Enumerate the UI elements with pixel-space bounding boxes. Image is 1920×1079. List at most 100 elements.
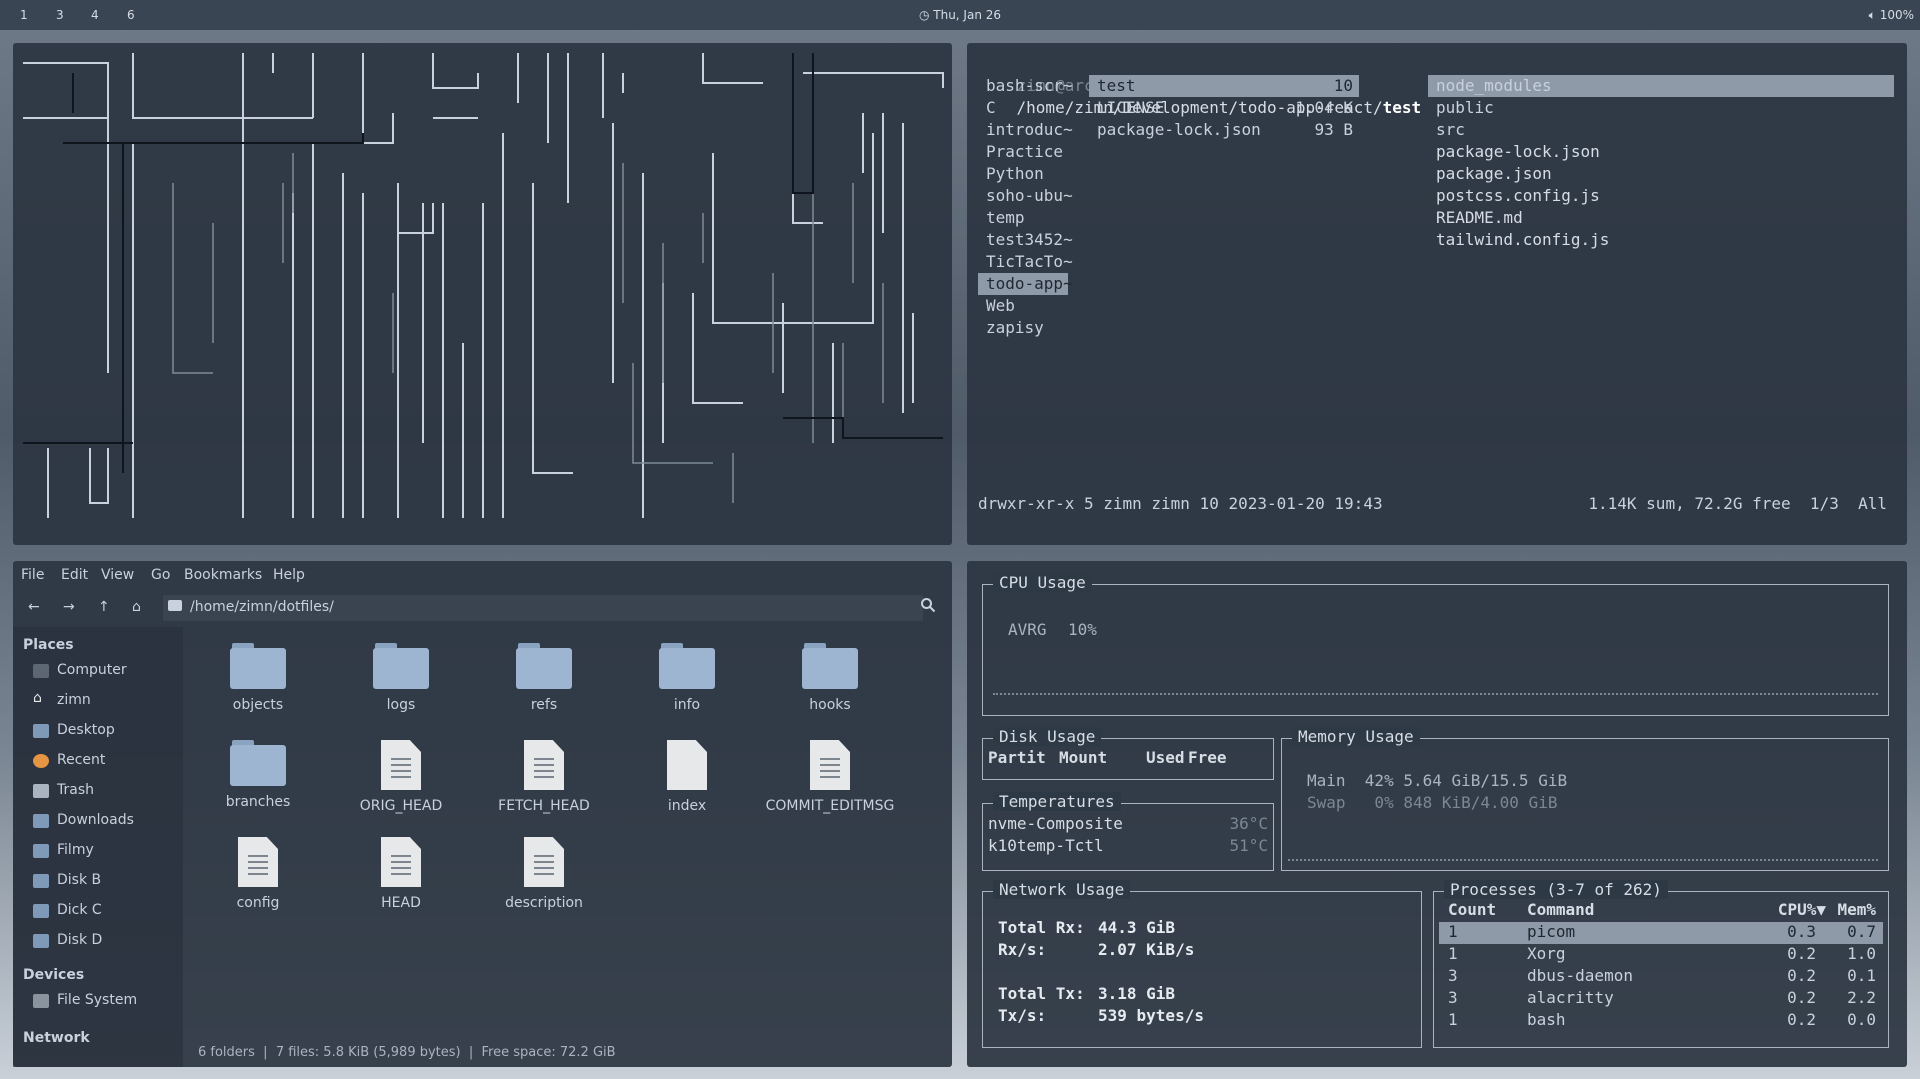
file-item[interactable]: index <box>617 740 757 814</box>
ranger-parent-entry[interactable]: test3452~ <box>978 229 1073 251</box>
item-label: hooks <box>809 697 851 713</box>
net-value: 44.3 GiB <box>1098 918 1176 937</box>
sidebar-item-label: Recent <box>57 752 106 768</box>
file-item[interactable]: HEAD <box>331 837 471 911</box>
ranger-parent-entry[interactable]: todo-app~ <box>978 273 1073 295</box>
item-label: FETCH_HEAD <box>498 798 590 814</box>
proc-header[interactable]: Count <box>1448 900 1496 919</box>
menu-help[interactable]: Help <box>273 567 305 583</box>
proc-row[interactable]: 1 Xorg 0.2 1.0 <box>1439 944 1883 966</box>
ranger-parent-entry[interactable]: bash-scr~ <box>978 75 1073 97</box>
ranger-parent-entry[interactable]: introduc~ <box>978 119 1073 141</box>
sidebar-item-disk-b[interactable]: Disk B <box>33 872 101 888</box>
proc-command: Xorg <box>1527 944 1566 963</box>
back-icon[interactable]: ← <box>28 599 40 615</box>
clock-icon: ◷ <box>918 8 930 22</box>
item-label: COMMIT_EDITMSG <box>765 798 895 814</box>
ranger-file-row[interactable]: test 10 <box>1089 75 1359 97</box>
folder-item[interactable]: hooks <box>760 643 900 713</box>
volume-indicator[interactable]: 🔈︎ 100% <box>1869 8 1914 23</box>
network-usage-box: Network Usage Total Rx: 44.3 GiB Rx/s: 2.07… <box>982 880 1422 1048</box>
proc-header[interactable]: CPU%▼ <box>1778 900 1826 919</box>
net-label: Tx/s: <box>998 1006 1047 1025</box>
up-icon[interactable]: ↑ <box>98 599 110 615</box>
proc-mem: 0.7 <box>1847 922 1876 941</box>
ranger-parent-entry[interactable]: Practice <box>978 141 1063 163</box>
file-item[interactable]: FETCH_HEAD <box>474 740 614 814</box>
menu-go[interactable]: Go <box>151 567 170 583</box>
sidebar-item-downloads[interactable]: Downloads <box>33 812 134 828</box>
file-item[interactable]: COMMIT_EDITMSG <box>760 740 900 814</box>
ranger-preview-entry[interactable]: package.json <box>1428 163 1552 185</box>
temp-name-2: k10temp-Tctl <box>988 836 1104 855</box>
path-input[interactable]: /home/zimn/dotfiles/ <box>163 595 923 621</box>
ranger-file-row[interactable]: package-lock.json 93 B <box>1089 119 1359 141</box>
file-item[interactable]: description <box>474 837 614 911</box>
proc-row[interactable]: 3 alacritty 0.2 2.2 <box>1439 988 1883 1010</box>
pipes-terminal[interactable] <box>13 43 952 545</box>
proc-header[interactable]: Command <box>1527 900 1594 919</box>
location-bar: ← → ↑ ⌂ /home/zimn/dotfiles/ <box>13 591 952 625</box>
folder-item[interactable]: info <box>617 643 757 713</box>
net-value: 2.07 KiB/s <box>1098 940 1195 959</box>
sidebar-item-recent[interactable]: Recent <box>33 752 105 768</box>
processes-box: Processes (3-7 of 262) Count Command CPU%▼… <box>1433 880 1889 1048</box>
ranger-parent-entry[interactable]: zapisy <box>978 317 1044 339</box>
proc-row[interactable]: 1 bash 0.2 0.0 <box>1439 1010 1883 1032</box>
temp-name-1: nvme-Composite <box>988 814 1123 833</box>
menu-bookmarks[interactable]: Bookmarks <box>184 567 262 583</box>
file-item[interactable]: config <box>188 837 328 911</box>
ranger-parent-entry[interactable]: temp <box>978 207 1025 229</box>
ranger-parent-entry[interactable]: Web <box>978 295 1015 317</box>
menu-view[interactable]: View <box>101 567 134 583</box>
folder-item[interactable]: branches <box>188 740 328 810</box>
folder-item[interactable]: objects <box>188 643 328 713</box>
path-text: /home/zimn/dotfiles/ <box>190 599 334 615</box>
file-item[interactable]: ORIG_HEAD <box>331 740 471 814</box>
ranger-file-browser[interactable]: zimn@arch /home/zimn/Development/todo-ap… <box>967 43 1907 545</box>
sidebar-item-dick-c[interactable]: Dick C <box>33 902 102 918</box>
proc-row[interactable]: 1 picom 0.3 0.7 <box>1439 922 1883 944</box>
ranger-preview-entry[interactable]: README.md <box>1428 207 1523 229</box>
text-file-icon <box>524 740 564 790</box>
ranger-file-row[interactable]: LICENSE 1.04 K <box>1089 97 1359 119</box>
forward-icon[interactable]: → <box>63 599 75 615</box>
sidebar-item-filmy[interactable]: Filmy <box>33 842 94 858</box>
folder-item[interactable]: refs <box>474 643 614 713</box>
ranger-parent-entry[interactable]: TicTacTo~ <box>978 251 1073 273</box>
ranger-parent-entry[interactable]: C <box>978 97 996 119</box>
ranger-preview-entry[interactable]: tailwind.config.js <box>1428 229 1609 251</box>
ranger-current: test <box>1382 98 1422 117</box>
ranger-preview-entry[interactable]: node_modules <box>1428 75 1894 97</box>
ranger-preview-entry[interactable]: public <box>1428 97 1494 119</box>
recent-icon <box>33 754 49 768</box>
sidebar-item-computer[interactable]: Computer <box>33 662 127 678</box>
sidebar-item-zimn[interactable]: ⌂ zimn <box>33 690 91 708</box>
ranger-preview-entry[interactable]: postcss.config.js <box>1428 185 1600 207</box>
system-monitor[interactable]: CPU Usage AVRG 10% Disk Usage Partit Mou… <box>967 561 1907 1067</box>
processes-title: Processes (3-7 of 262) <box>1444 880 1668 899</box>
folder-item[interactable]: logs <box>331 643 471 713</box>
search-icon[interactable] <box>920 597 936 617</box>
ranger-parent-entry[interactable]: Python <box>978 163 1044 185</box>
sidebar-item-desktop[interactable]: Desktop <box>33 722 115 738</box>
menu-edit[interactable]: Edit <box>61 567 88 583</box>
net-label: Total Tx: <box>998 984 1085 1003</box>
sidebar-item-disk-d[interactable]: Disk D <box>33 932 102 948</box>
menu-file[interactable]: File <box>21 567 44 583</box>
drive-icon <box>33 934 49 948</box>
ranger-parent-entry[interactable]: soho-ubu~ <box>978 185 1073 207</box>
proc-mem: 0.1 <box>1847 966 1876 985</box>
home-icon[interactable]: ⌂ <box>132 599 141 615</box>
sidebar-item-file-system[interactable]: File System <box>33 992 137 1008</box>
ranger-preview-entry[interactable]: package-lock.json <box>1428 141 1600 163</box>
disk-header-used: Used <box>1146 748 1185 767</box>
downloads-icon <box>33 814 49 828</box>
proc-row[interactable]: 3 dbus-daemon 0.2 0.1 <box>1439 966 1883 988</box>
sidebar-item-label: Dick C <box>57 902 102 918</box>
proc-header[interactable]: Mem% <box>1837 900 1876 919</box>
proc-cpu: 0.2 <box>1787 966 1816 985</box>
ranger-preview-entry[interactable]: src <box>1428 119 1465 141</box>
sidebar-item-trash[interactable]: Trash <box>33 782 94 798</box>
file-manager-window[interactable]: File Edit View Go Bookmarks Help ← → ↑ ⌂ /hom… <box>13 561 952 1067</box>
